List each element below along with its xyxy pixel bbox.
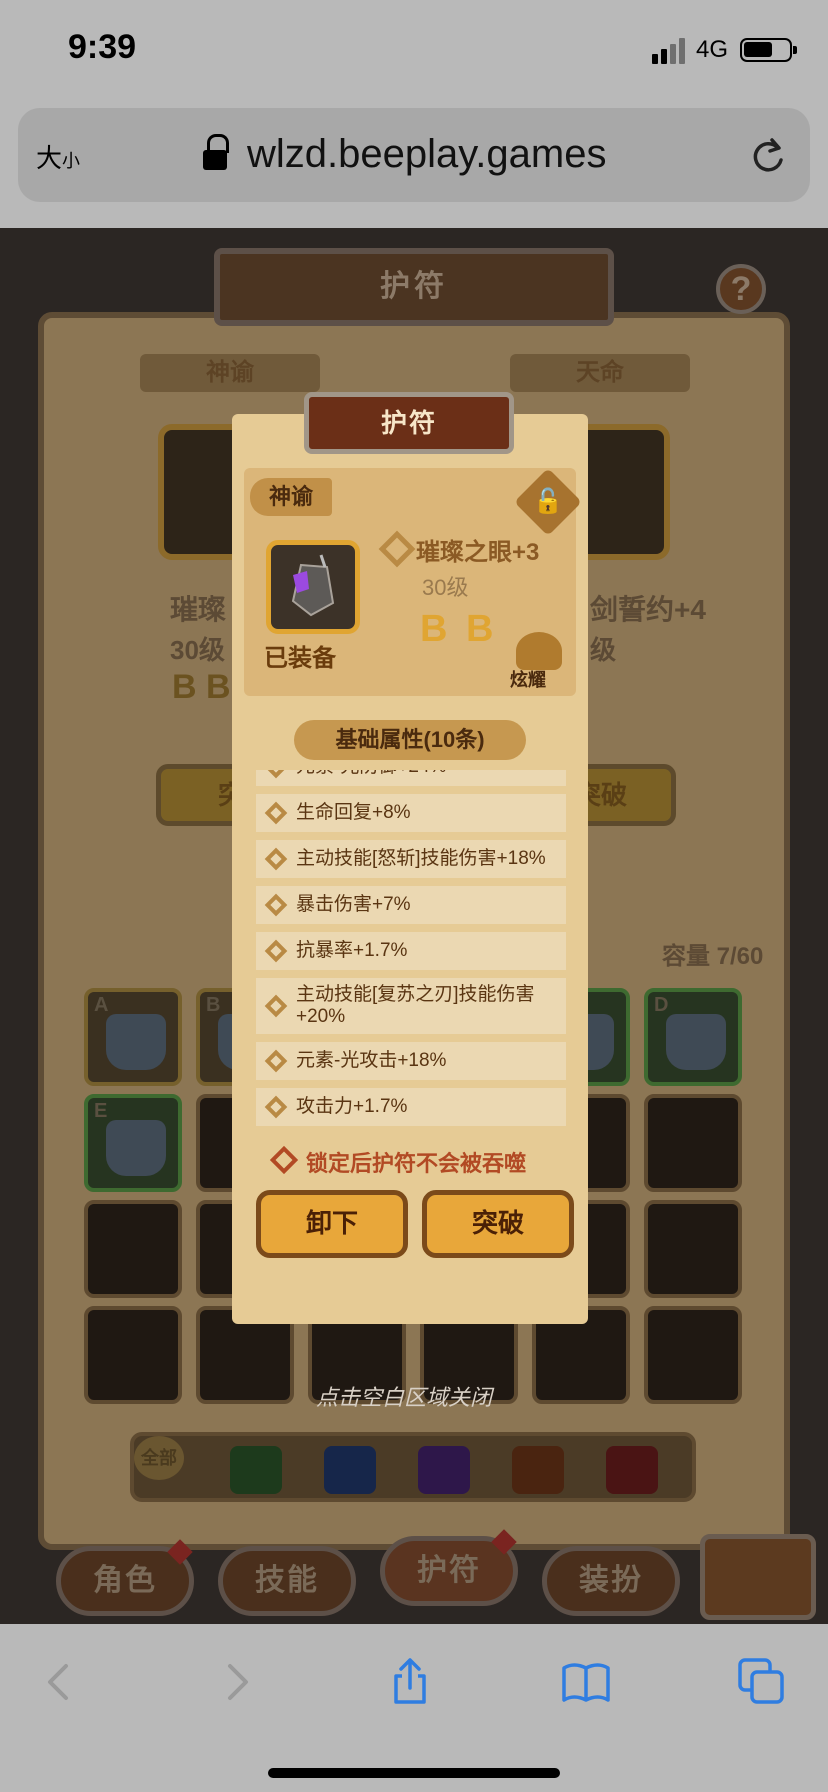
amulet-name: 璀璨之眼+3 (416, 539, 540, 566)
browser-toolbar (0, 1624, 828, 1792)
slot-label-destiny: 天命 (510, 354, 690, 392)
inventory-cell[interactable] (84, 1200, 182, 1298)
inventory-cell[interactable]: D (644, 988, 742, 1086)
tab-amulet[interactable]: 护符 (380, 1529, 518, 1606)
attribute-row: 抗暴率+1.7% (256, 932, 566, 970)
orange-gem-filter-icon[interactable] (512, 1446, 564, 1494)
green-gem-filter-icon[interactable] (230, 1446, 282, 1494)
amulet-icon (106, 1120, 166, 1176)
inventory-cell[interactable] (644, 1200, 742, 1298)
share-icon[interactable] (384, 1656, 436, 1708)
attribute-row: 暴击伤害+7% (256, 886, 566, 924)
tabs-icon[interactable] (736, 1656, 788, 1708)
inventory-cell[interactable]: A (84, 988, 182, 1086)
notification-dot-icon (167, 1539, 193, 1565)
slot-item-level: 30级 (170, 635, 225, 665)
diamond-bullet-icon (264, 847, 288, 871)
attribute-row: 主动技能[复苏之刃]技能伤害+20% (256, 978, 566, 1034)
title-banner: 护符 (214, 248, 614, 326)
attribute-row: 元素-光防御+24% (256, 770, 566, 786)
lock-toggle-icon[interactable]: 🔓 (514, 468, 582, 536)
equipped-badge: 已装备 (264, 645, 336, 672)
back-icon[interactable] (34, 1656, 86, 1708)
slot-item-name: 璀璨 (170, 594, 227, 625)
battery-icon (740, 38, 797, 62)
filter-bar: 全部 (130, 1432, 696, 1502)
tab-outfit[interactable]: 装扮 (542, 1546, 680, 1616)
network-label: 4G (696, 36, 729, 63)
diamond-bullet-icon (264, 770, 288, 779)
attributes-header: 基础属性(10条) (294, 720, 526, 760)
inventory-cell[interactable] (644, 1306, 742, 1404)
attribute-row: 攻击力+1.7% (256, 1088, 566, 1126)
inventory-cell[interactable]: E (84, 1094, 182, 1192)
signal-icon (652, 38, 686, 64)
panel-title: 护符 (380, 270, 448, 303)
show-off-label: 炫耀 (510, 670, 546, 690)
amulet-icon (106, 1014, 166, 1070)
reload-icon[interactable] (748, 136, 788, 176)
unequip-button[interactable]: 卸下 (256, 1190, 408, 1258)
url-text[interactable]: wlzd.beeplay.games (247, 132, 606, 177)
slot-tag: 神谕 (250, 478, 332, 516)
back-arrow-icon[interactable] (700, 1534, 816, 1620)
attribute-row: 主动技能[怒斩]技能伤害+18% (256, 840, 566, 878)
inventory-cell[interactable] (644, 1094, 742, 1192)
helmet-icon (516, 632, 562, 670)
address-bar[interactable]: 大小 wlzd.beeplay.games (18, 108, 810, 202)
filter-all-button[interactable]: 全部 (134, 1436, 184, 1480)
amulet-level: 30级 (422, 575, 469, 600)
diamond-bullet-icon (264, 1095, 288, 1119)
slot-item-level: 级 (590, 635, 617, 665)
capacity-label: 容量 7/60 (662, 943, 764, 970)
amulet-icon (666, 1014, 726, 1070)
attributes-list[interactable]: 元素-光防御+24% 生命回复+8% 主动技能[怒斩]技能伤害+18% 暴击伤害… (256, 770, 566, 1138)
slot-label-oracle: 神谕 (140, 354, 320, 392)
attribute-row: 元素-光攻击+18% (256, 1042, 566, 1080)
bottom-tabs: 角色 技能 护符 装扮 (0, 1526, 828, 1624)
inventory-cell[interactable] (84, 1306, 182, 1404)
tab-skills[interactable]: 技能 (218, 1546, 356, 1616)
diamond-bullet-icon (264, 893, 288, 917)
blue-gem-filter-icon[interactable] (324, 1446, 376, 1494)
diamond-bullet-icon (264, 1049, 288, 1073)
amulet-grade: B B (420, 608, 498, 650)
popup-title: 护符 (380, 408, 437, 438)
slot-item-name: 剑誓约+4 (590, 594, 706, 625)
forward-icon[interactable] (210, 1656, 262, 1708)
tab-character[interactable]: 角色 (56, 1539, 194, 1616)
close-hint[interactable]: 点击空白区域关闭 (316, 1380, 492, 1412)
diamond-bullet-icon (264, 939, 288, 963)
popup-title-banner: 护符 (304, 392, 514, 454)
diamond-bullet-icon (264, 994, 288, 1018)
amulet-info-card: 神谕 🔓 已装备 璀璨之眼+3 30级 B B 炫耀 (244, 468, 582, 696)
show-off-button[interactable]: 炫耀 (508, 632, 570, 690)
lock-notice: 锁定后护符不会被吞噬 (306, 1151, 527, 1176)
diamond-bullet-icon (264, 801, 288, 825)
bookmarks-icon[interactable] (560, 1656, 612, 1708)
amulet-type-icon (378, 530, 416, 568)
help-button[interactable]: ? (716, 264, 766, 314)
amulet-icon (266, 540, 360, 634)
lock-icon (203, 134, 229, 170)
amulet-detail-popup: 护符 神谕 🔓 已装备 璀璨之眼+3 30级 B B 炫耀 基础属性(10条) … (232, 392, 588, 1334)
status-time: 9:39 (68, 28, 137, 66)
red-gem-filter-icon[interactable] (606, 1446, 658, 1494)
status-bar: 9:39 4G (0, 0, 828, 100)
text-size-button[interactable]: 大小 (36, 138, 80, 175)
attribute-row: 生命回复+8% (256, 794, 566, 832)
notification-dot-icon (491, 1529, 517, 1555)
home-indicator (268, 1768, 560, 1778)
purple-gem-filter-icon[interactable] (418, 1446, 470, 1494)
breakthrough-button[interactable]: 突破 (422, 1190, 574, 1258)
slot-item-grade: B B (172, 668, 231, 706)
